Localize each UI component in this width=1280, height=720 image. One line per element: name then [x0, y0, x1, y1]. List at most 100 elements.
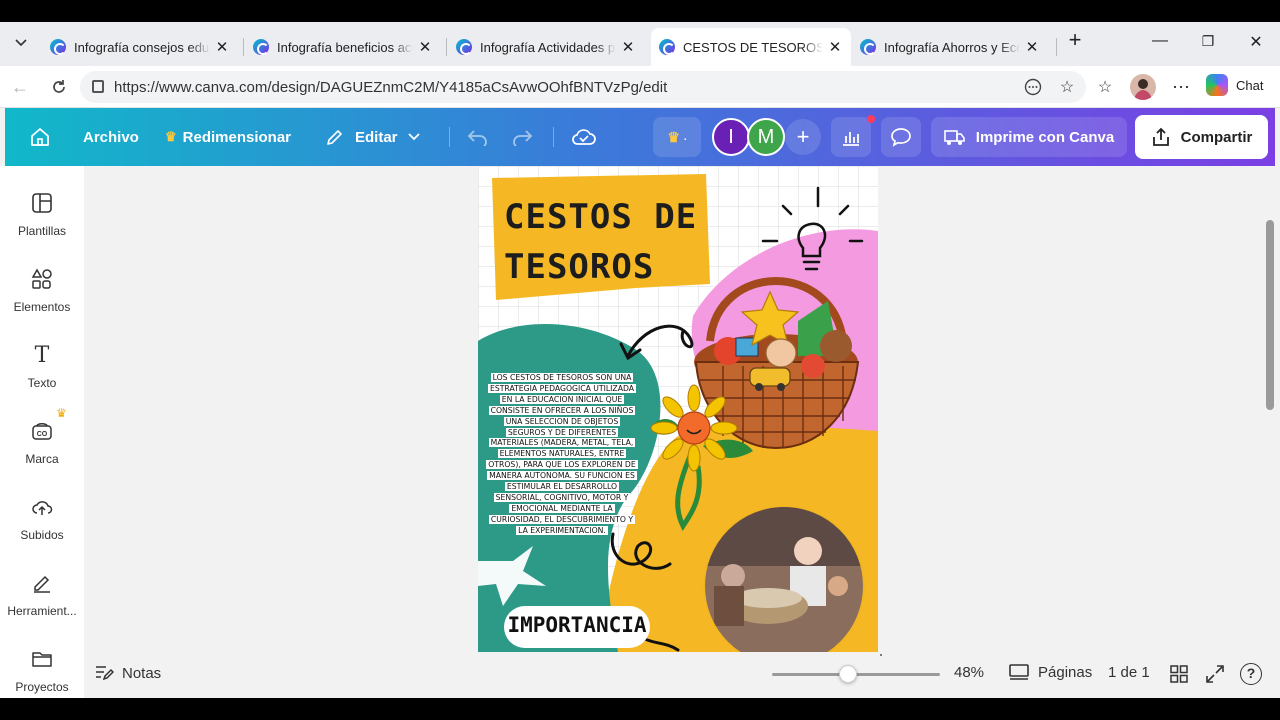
body-text-line: SEGUROS Y DE DIFERENTES: [505, 427, 619, 437]
tab-separator: [243, 38, 244, 56]
insights-button[interactable]: [831, 117, 871, 157]
save-status-button[interactable]: [571, 108, 597, 166]
design-body-text[interactable]: LOS CESTOS DE TESOROS SON UNA ESTRATEGIA …: [484, 373, 640, 537]
sidebar-item-elements[interactable]: Elementos: [0, 268, 84, 314]
bottom-bar: Notas 48% Páginas 1 de 1 ?: [84, 652, 1280, 698]
restore-icon[interactable]: ❐: [1196, 33, 1220, 50]
sidebar-item-label: Marca: [25, 452, 59, 466]
browser-tab[interactable]: Infografía Ahorros y Econ ✕: [852, 28, 1048, 66]
more-options-in-bar-icon[interactable]: [1022, 76, 1044, 98]
sidebar-item-brand[interactable]: ♛ CO Marca: [0, 406, 84, 466]
zoom-percent[interactable]: 48%: [954, 664, 984, 681]
tab-list-dropdown-icon[interactable]: [8, 30, 34, 56]
pages-button[interactable]: Páginas: [1008, 663, 1092, 681]
pencil-icon: [327, 130, 342, 145]
comments-button[interactable]: [881, 117, 921, 157]
body-text-line: LOS CESTOS DE TESOROS SON UNA: [490, 373, 634, 382]
sidebar-item-tools[interactable]: Herramient...: [0, 572, 84, 618]
share-upload-icon: [1152, 127, 1169, 146]
sidebar-item-projects[interactable]: Proyectos: [0, 648, 84, 694]
design-page[interactable]: CESTOS DE TESOROS LOS CESTOS DE TESOROS …: [478, 166, 878, 652]
tab-separator: [446, 38, 447, 56]
body-text-line: CONSISTE EN OFRECER A LOS NIÑOS: [488, 405, 636, 415]
sidebar-item-label: Herramient...: [7, 604, 77, 618]
new-tab-button[interactable]: +: [1063, 27, 1087, 53]
body-text-line: LA EXPERIMENTACION.: [516, 525, 608, 535]
url-field[interactable]: https://www.canva.com/design/DAGUEZnmC2M…: [80, 71, 1086, 103]
pages-label: Páginas: [1038, 663, 1093, 681]
reload-icon[interactable]: [47, 75, 71, 99]
design-title[interactable]: CESTOS DE TESOROS: [504, 192, 704, 292]
close-window-icon[interactable]: ✕: [1244, 32, 1268, 52]
upload-icon: [30, 496, 54, 520]
close-tab-icon[interactable]: ✕: [214, 38, 230, 56]
body-text-line: ELEMENTOS NATURALES, ENTRE: [497, 449, 627, 459]
sidebar-item-text[interactable]: T Texto: [0, 344, 84, 391]
sidebar-item-label: Subidos: [20, 528, 64, 542]
body-text-line: CURIOSIDAD, EL DESCUBRIMIENTO Y: [488, 514, 636, 524]
svg-text:CO: CO: [37, 431, 48, 438]
close-tab-icon[interactable]: ✕: [1024, 38, 1040, 56]
design-title-line: TESOROS: [504, 247, 655, 287]
grid-view-icon[interactable]: [1170, 665, 1188, 687]
comment-icon: [891, 128, 911, 147]
add-collaborator-button[interactable]: +: [785, 119, 821, 155]
browser-tab-active[interactable]: CESTOS DE TESOROS - Inf✕: [651, 28, 851, 66]
tab-title: Infografía consejos educa: [74, 39, 210, 55]
section-heading[interactable]: IMPORTANCIA: [504, 613, 650, 637]
favorites-icon[interactable]: ☆: [1094, 76, 1116, 98]
browser-tab[interactable]: Infografía Actividades par ✕: [448, 28, 644, 66]
file-menu-button[interactable]: Archivo: [83, 108, 139, 166]
share-button[interactable]: Compartir: [1135, 115, 1268, 159]
zoom-marker-dot: [880, 654, 882, 656]
browser-menu-icon[interactable]: ⋯: [1170, 76, 1192, 98]
notes-button[interactable]: Notas: [94, 664, 161, 682]
close-tab-icon[interactable]: ✕: [620, 38, 636, 56]
sidebar-item-label: Texto: [27, 376, 57, 390]
body-text-line: ESTRATEGIA PEDAGOGICA UTILIZADA: [487, 383, 636, 393]
collaborator-avatar[interactable]: I: [712, 118, 750, 156]
notification-dot: [867, 115, 875, 123]
fullscreen-icon[interactable]: [1206, 665, 1224, 687]
edit-menu-button[interactable]: Editar: [325, 108, 420, 166]
home-button[interactable]: [29, 108, 51, 166]
print-with-canva-button[interactable]: Imprime con Canva: [931, 117, 1127, 157]
minimize-icon[interactable]: —: [1148, 32, 1172, 50]
copilot-chat-button[interactable]: Chat: [1206, 74, 1263, 96]
bar-chart-icon: [843, 132, 859, 146]
undo-button[interactable]: [467, 108, 489, 166]
sidebar-item-label: Elementos: [13, 300, 71, 314]
premium-button[interactable]: ♛.: [653, 117, 701, 157]
notes-label: Notas: [122, 664, 162, 682]
canva-favicon-icon: [253, 39, 269, 55]
redo-icon: [513, 130, 533, 146]
zoom-slider[interactable]: [772, 665, 940, 683]
toolbar-divider: [553, 127, 554, 147]
browser-tab[interactable]: Infografía beneficios activ ✕: [245, 28, 441, 66]
pages-icon: [1009, 664, 1029, 680]
favorite-star-icon[interactable]: ☆: [1056, 76, 1078, 98]
redo-button[interactable]: [511, 108, 533, 166]
tab-separator: [1056, 38, 1057, 56]
sidebar-item-label: Plantillas: [17, 224, 67, 238]
brand-icon: CO: [30, 420, 54, 444]
help-icon[interactable]: ?: [1240, 663, 1262, 685]
site-info-icon[interactable]: [92, 80, 104, 93]
close-tab-icon[interactable]: ✕: [417, 38, 433, 56]
sidebar-item-templates[interactable]: Plantillas: [0, 192, 84, 238]
left-sidebar: Plantillas Elementos T Texto ♛ CO Marca …: [0, 166, 84, 698]
back-icon[interactable]: ←: [8, 75, 32, 99]
profile-avatar[interactable]: [1130, 74, 1156, 100]
zoom-slider-thumb[interactable]: [838, 665, 857, 683]
page-counter[interactable]: 1 de 1: [1108, 664, 1150, 681]
resize-button[interactable]: ♛ Redimensionar: [165, 108, 291, 166]
editor-canvas-area: CESTOS DE TESOROS LOS CESTOS DE TESOROS …: [84, 166, 1280, 652]
body-text-line: MANERA AUTONOMA. SU FUNCION ES: [487, 471, 637, 481]
close-tab-icon[interactable]: ✕: [827, 38, 843, 56]
folder-icon: [30, 648, 54, 672]
share-label: Compartir: [1180, 128, 1253, 146]
collaborator-avatar[interactable]: M: [747, 118, 785, 156]
browser-tab[interactable]: Infografía consejos educa ✕: [42, 28, 238, 66]
canvas-scrollbar[interactable]: [1266, 220, 1274, 410]
sidebar-item-uploads[interactable]: Subidos: [0, 496, 84, 542]
